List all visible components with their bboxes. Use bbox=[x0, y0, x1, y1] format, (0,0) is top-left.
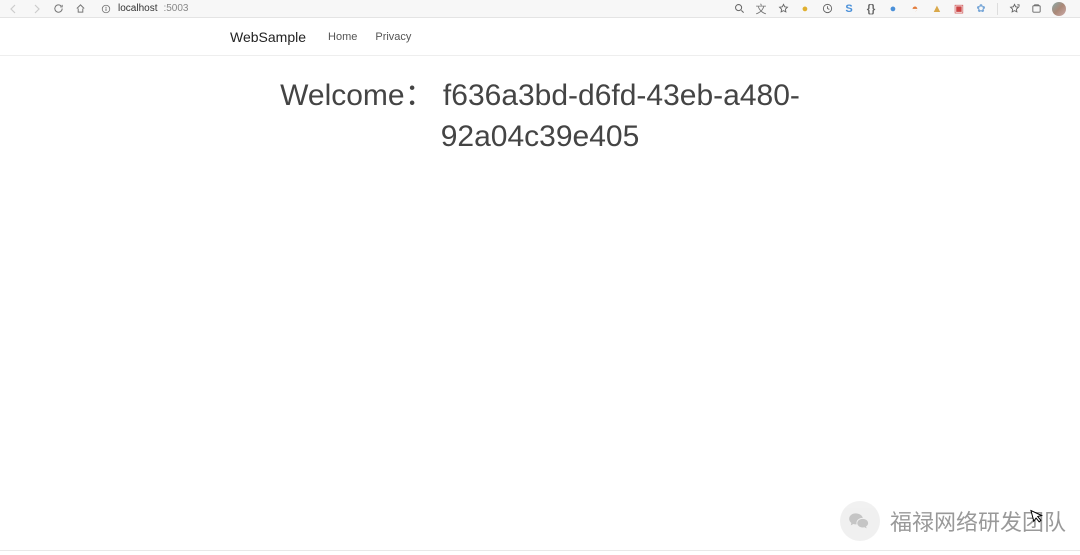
ext-circle-blue-icon[interactable]: ● bbox=[887, 3, 899, 15]
ext-clock-icon[interactable] bbox=[821, 3, 833, 15]
main-content: Welcome： f636a3bd-d6fd-43eb-a480-92a04c3… bbox=[220, 76, 860, 157]
address-bar[interactable]: localhost :5003 bbox=[96, 2, 725, 16]
browser-toolbar: localhost :5003 文 ● S {} ● ◓ ▲ ▣ ✿ bbox=[0, 0, 1080, 18]
info-icon[interactable] bbox=[100, 3, 112, 15]
nav-link-home[interactable]: Home bbox=[328, 31, 357, 43]
refresh-icon[interactable] bbox=[52, 3, 64, 15]
back-icon[interactable] bbox=[8, 3, 20, 15]
ext-person-icon[interactable]: ▲ bbox=[931, 3, 943, 15]
ext-blue-s-icon[interactable]: S bbox=[843, 3, 855, 15]
footer-divider bbox=[0, 550, 1080, 551]
address-host: localhost bbox=[118, 3, 157, 14]
navbar-brand[interactable]: WebSample bbox=[230, 29, 306, 45]
star-icon[interactable] bbox=[777, 3, 789, 15]
browser-nav-controls bbox=[8, 3, 86, 15]
ext-flower-icon[interactable]: ✿ bbox=[975, 3, 987, 15]
wechat-icon bbox=[840, 501, 880, 541]
favorites-icon[interactable] bbox=[1008, 3, 1020, 15]
browser-extensions: 文 ● S {} ● ◓ ▲ ▣ ✿ bbox=[733, 2, 1072, 16]
ext-shield-orange-icon[interactable]: ◓ bbox=[909, 3, 921, 15]
search-icon[interactable] bbox=[733, 3, 745, 15]
forward-icon[interactable] bbox=[30, 3, 42, 15]
ext-braces-icon[interactable]: {} bbox=[865, 3, 877, 15]
ext-red-icon[interactable]: ▣ bbox=[953, 3, 965, 15]
nav-link-privacy[interactable]: Privacy bbox=[375, 31, 411, 43]
collections-icon[interactable] bbox=[1030, 3, 1042, 15]
toolbar-separator bbox=[997, 3, 998, 15]
ext-yellow-icon[interactable]: ● bbox=[799, 3, 811, 15]
page-navbar: WebSample Home Privacy bbox=[0, 18, 1080, 56]
address-port: :5003 bbox=[163, 3, 188, 14]
home-icon[interactable] bbox=[74, 3, 86, 15]
profile-avatar[interactable] bbox=[1052, 2, 1066, 16]
translate-icon[interactable]: 文 bbox=[755, 3, 767, 15]
welcome-heading: Welcome： f636a3bd-d6fd-43eb-a480-92a04c3… bbox=[220, 76, 860, 157]
